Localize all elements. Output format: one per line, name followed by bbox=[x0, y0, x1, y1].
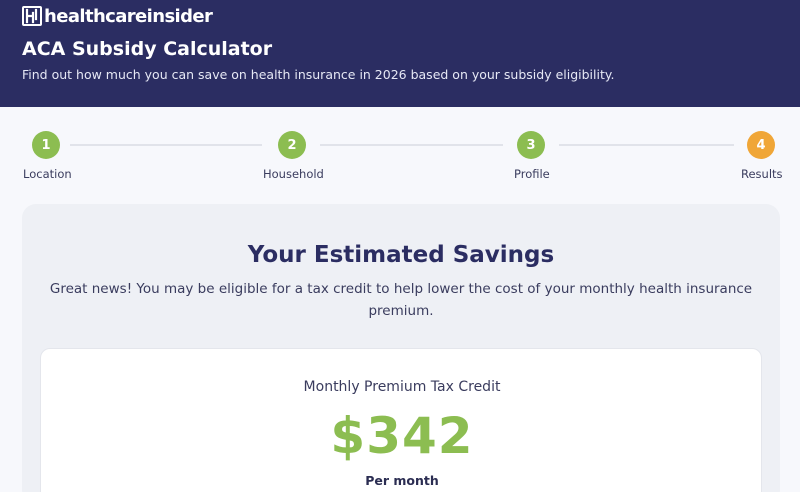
step-1-label: Location bbox=[23, 167, 72, 181]
step-connector bbox=[559, 144, 734, 146]
tax-credit-amount: $342 bbox=[330, 407, 474, 465]
site-header: healthcareinsider ACA Subsidy Calculator… bbox=[0, 0, 800, 107]
step-2-label: Household bbox=[263, 167, 324, 181]
tax-credit-label: Monthly Premium Tax Credit bbox=[303, 379, 501, 395]
step-connector bbox=[70, 144, 262, 146]
step-1-circle[interactable]: 1 bbox=[32, 131, 60, 159]
logo-icon bbox=[22, 6, 42, 26]
step-3-circle[interactable]: 3 bbox=[517, 131, 545, 159]
page-title: ACA Subsidy Calculator bbox=[22, 38, 273, 60]
step-3-label: Profile bbox=[514, 167, 550, 181]
step-connector bbox=[320, 144, 503, 146]
tax-credit-unit: Per month bbox=[365, 473, 439, 488]
page-subtitle: Find out how much you can save on health… bbox=[22, 67, 615, 82]
tax-credit-card: Monthly Premium Tax Credit $342 Per mont… bbox=[40, 348, 762, 492]
results-title: Your Estimated Savings bbox=[247, 242, 555, 268]
step-4-label: Results bbox=[741, 167, 783, 181]
progress-stepper: 1 Location 2 Household 3 Profile 4 Resul… bbox=[0, 107, 800, 197]
step-4-circle: 4 bbox=[747, 131, 775, 159]
logo[interactable]: healthcareinsider bbox=[22, 5, 213, 27]
results-description: Great news! You may be eligible for a ta… bbox=[49, 281, 753, 319]
results-card: Your Estimated Savings Great news! You m… bbox=[22, 204, 780, 492]
logo-text: healthcareinsider bbox=[44, 5, 213, 27]
step-2-circle[interactable]: 2 bbox=[278, 131, 306, 159]
